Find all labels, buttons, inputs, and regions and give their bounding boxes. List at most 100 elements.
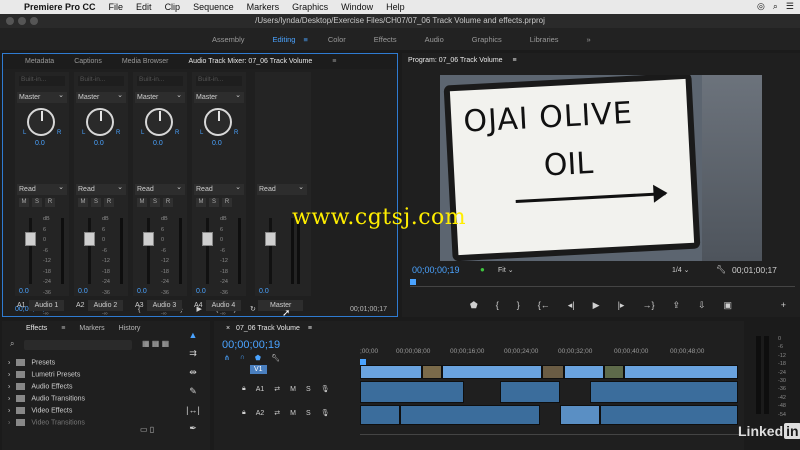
record-arm-button[interactable]: R xyxy=(104,198,114,207)
menu-graphics[interactable]: Graphics xyxy=(292,2,328,12)
pan-knob[interactable] xyxy=(145,108,173,136)
resolution-select[interactable]: 1/4 ⌄ xyxy=(672,266,690,274)
panel-menu-icon[interactable]: ≡ xyxy=(61,325,65,332)
timeline-title-text[interactable]: 07_06 Track Volume xyxy=(236,325,300,332)
list-menu-icon[interactable]: ☰ xyxy=(786,1,794,12)
tab-history[interactable]: History xyxy=(119,325,141,332)
audio-clip[interactable] xyxy=(500,381,560,403)
volume-fader-handle[interactable] xyxy=(265,232,276,246)
menu-window[interactable]: Window xyxy=(341,2,373,12)
tab-media-browser[interactable]: Media Browser xyxy=(112,58,179,65)
workspace-audio[interactable]: Audio xyxy=(425,35,444,44)
effects-item-presets[interactable]: › Presets xyxy=(8,359,55,366)
tab-effects[interactable]: Effects xyxy=(26,325,47,332)
go-to-in-icon[interactable]: {← xyxy=(538,300,550,310)
input-select[interactable]: Built-in... xyxy=(78,76,124,86)
automation-mode-select[interactable]: Read xyxy=(135,182,185,195)
workspace-assembly[interactable]: Assembly xyxy=(212,35,245,44)
volume-fader-handle[interactable] xyxy=(25,232,36,246)
workspace-libraries[interactable]: Libraries xyxy=(530,35,559,44)
solo-button[interactable]: S xyxy=(150,198,160,207)
tab-metadata[interactable]: Metadata xyxy=(3,58,64,65)
audio-clip[interactable] xyxy=(360,405,400,425)
output-select[interactable]: Master xyxy=(17,90,67,103)
solo-button[interactable]: S xyxy=(209,198,219,207)
play-icon[interactable]: ▶ xyxy=(593,300,600,311)
audio-clip[interactable] xyxy=(360,381,464,403)
close-window-icon[interactable] xyxy=(6,17,14,25)
new-bin-footer-icon[interactable]: ▭ ▯ xyxy=(140,425,154,434)
volume-value[interactable]: 0.0 xyxy=(19,288,29,295)
volume-fader-track[interactable] xyxy=(88,218,91,284)
ripple-edit-tool-icon[interactable]: ⇹ xyxy=(189,367,197,378)
pen-tool-icon[interactable]: ✒ xyxy=(189,423,197,434)
minimize-window-icon[interactable] xyxy=(18,17,26,25)
workspace-color[interactable]: Color xyxy=(328,35,346,44)
volume-fader-track[interactable] xyxy=(147,218,150,284)
tab-audio-track-mixer[interactable]: Audio Track Mixer: 07_06 Track Volume xyxy=(179,58,323,65)
pan-value[interactable]: 0.0 xyxy=(35,140,45,147)
close-tab-icon[interactable]: × xyxy=(226,325,230,332)
tab-captions[interactable]: Captions xyxy=(64,58,112,65)
mute-button[interactable]: M xyxy=(196,198,206,207)
volume-fader-track[interactable] xyxy=(269,218,272,284)
volume-value[interactable]: 0.0 xyxy=(259,288,269,295)
video-clip[interactable] xyxy=(442,365,542,379)
volume-fader-track[interactable] xyxy=(29,218,32,284)
video-clip[interactable] xyxy=(604,365,624,379)
output-select[interactable]: Master xyxy=(135,90,185,103)
go-to-out-icon[interactable]: →} xyxy=(642,300,654,310)
pan-value[interactable]: 0.0 xyxy=(94,140,104,147)
input-select[interactable]: Built-in... xyxy=(196,76,242,86)
output-select[interactable]: Master xyxy=(194,90,244,103)
effects-item-video-effects[interactable]: › Video Effects xyxy=(8,407,72,414)
microphone-icon[interactable]: 🎙︎ xyxy=(321,385,330,393)
output-select[interactable]: Master xyxy=(76,90,126,103)
selection-tool-icon[interactable]: ▲ xyxy=(189,330,198,340)
fit-select[interactable]: Fit ⌄ xyxy=(498,266,534,274)
input-select[interactable]: Built-in... xyxy=(137,76,183,86)
track-name-label[interactable]: Audio 2 xyxy=(87,300,124,311)
input-select[interactable]: Built-in... xyxy=(19,76,65,86)
volume-value[interactable]: 0.0 xyxy=(196,288,206,295)
slip-tool-icon[interactable]: |↔| xyxy=(186,405,200,415)
track-select-tool-icon[interactable]: ⇉ xyxy=(189,348,197,359)
menu-sequence[interactable]: Sequence xyxy=(193,2,234,12)
mute-button[interactable]: M xyxy=(290,410,296,417)
automation-mode-select[interactable]: Read xyxy=(257,182,307,195)
mute-button[interactable]: M xyxy=(19,198,29,207)
menu-app-name[interactable]: Premiere Pro CC xyxy=(24,2,96,12)
panel-menu-icon[interactable]: ≡ xyxy=(322,58,346,65)
step-forward-icon[interactable]: |▸ xyxy=(618,300,625,311)
timeline-scrollbar[interactable] xyxy=(360,429,740,435)
audio-clip[interactable] xyxy=(560,405,600,425)
pan-value[interactable]: 0.0 xyxy=(153,140,163,147)
volume-value[interactable]: 0.0 xyxy=(137,288,147,295)
automation-mode-select[interactable]: Read xyxy=(76,182,126,195)
record-arm-button[interactable]: R xyxy=(163,198,173,207)
step-back-icon[interactable]: ◂| xyxy=(568,300,575,311)
track-name-label[interactable]: Audio 4 xyxy=(205,300,242,311)
mark-in-icon[interactable]: { xyxy=(496,300,499,310)
video-clip[interactable] xyxy=(564,365,604,379)
program-timecode[interactable]: 00;00;00;19 xyxy=(412,265,460,275)
mark-out-icon[interactable]: } xyxy=(517,300,520,310)
timeline-ruler[interactable]: ;00;00 00;00;08;00 00;00;16;00 00;00;24;… xyxy=(360,348,744,358)
track-label-a2[interactable]: A2 xyxy=(256,410,265,417)
volume-fader-handle[interactable] xyxy=(143,232,154,246)
add-marker-icon[interactable]: ⬟ xyxy=(255,354,261,362)
volume-fader-handle[interactable] xyxy=(202,232,213,246)
mute-button[interactable]: M xyxy=(137,198,147,207)
solo-button[interactable]: S xyxy=(306,386,311,393)
playhead-marker[interactable] xyxy=(410,279,416,285)
more-workspaces-icon[interactable]: » xyxy=(587,35,591,44)
workspace-editing[interactable]: Editing xyxy=(273,35,296,44)
track-label-v1[interactable]: V1 xyxy=(250,365,267,374)
effects-item-audio-effects[interactable]: › Audio Effects xyxy=(8,383,72,390)
pan-value[interactable]: 0.0 xyxy=(212,140,222,147)
effects-search-input[interactable] xyxy=(24,340,132,350)
audio-clip[interactable] xyxy=(590,381,738,403)
video-clip[interactable] xyxy=(422,365,442,379)
volume-fader-handle[interactable] xyxy=(84,232,95,246)
solo-button[interactable]: S xyxy=(306,410,311,417)
